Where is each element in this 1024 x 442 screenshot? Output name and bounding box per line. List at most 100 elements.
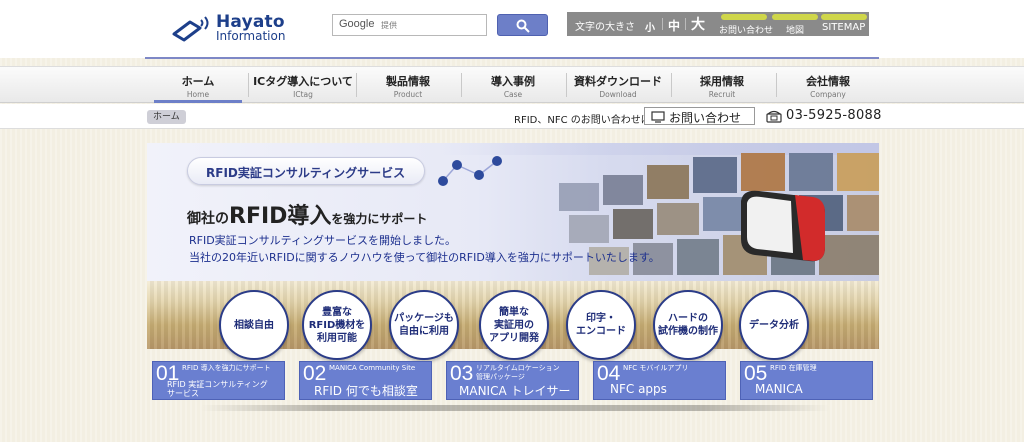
service-circle-app-dev: 簡単な 実証用の アプリ開発 — [479, 290, 549, 360]
hero-headline: 御社のRFID導入を強力にサポート — [187, 198, 427, 230]
service-circle-label: パッケージも 自由に利用 — [394, 313, 454, 337]
nav-item-label: ホーム — [181, 75, 215, 88]
service-circle-package: パッケージも 自由に利用 — [389, 290, 459, 360]
phone-icon — [766, 110, 782, 123]
service-circle-equipment: 豊富な RFID機材を 利用可能 — [302, 290, 372, 360]
feature-tile-subtitle: NFC モバイルアプリ — [623, 364, 689, 372]
hero-headline-part: 御社の — [187, 211, 229, 227]
util-link-map-label: 地図 — [786, 26, 805, 36]
nav-item-sublabel: Home — [186, 90, 210, 99]
header-divider — [145, 57, 879, 59]
hero-description-line: 当社の20年近いRFIDに関するノウハウを使って御社のRFID導入を強力にサポー… — [189, 251, 660, 264]
font-size-divider — [662, 18, 663, 30]
contact-lead-text: RFID、NFC のお問い合わせは — [514, 115, 651, 126]
nav-item-sublabel: Download — [599, 90, 637, 99]
service-circle-label: 豊富な RFID機材を 利用可能 — [308, 306, 366, 344]
feature-tile-tracer[interactable]: 03 リアルタイムロケーション 管理パッケージ MANICA トレイサー — [446, 361, 579, 400]
nav-item-home[interactable]: ホーム Home — [154, 67, 242, 103]
nav-divider — [356, 73, 357, 97]
nav-item-product[interactable]: 製品情報 Product — [360, 67, 456, 103]
service-circle-consult: 相談自由 — [219, 290, 289, 360]
nav-item-sublabel: Product — [393, 90, 423, 99]
nav-item-label: 採用情報 — [700, 75, 744, 88]
util-link-sitemap[interactable]: SITEMAP — [821, 14, 867, 34]
util-link-indicator — [721, 14, 767, 20]
feature-tiles: 01 RFID 導入を強力にサポート RFID 実証コンサルティング サービス … — [152, 361, 879, 401]
service-circle-analysis: データ分析 — [739, 290, 809, 360]
nav-item-label: 導入事例 — [491, 75, 535, 88]
monitor-icon — [651, 111, 665, 123]
nav-item-label: 会社情報 — [806, 75, 850, 88]
feature-tile-community[interactable]: 02 MANICA Community Site RFID 何でも相談室 — [299, 361, 432, 400]
nav-item-download[interactable]: 資料ダウンロード Download — [568, 67, 668, 103]
util-link-contact-label: お問い合わせ — [719, 26, 774, 36]
nav-item-ictag[interactable]: ICタグ導入について ICtag — [252, 67, 354, 103]
feature-tile-title: NFC apps — [610, 382, 667, 396]
font-size-large-button[interactable]: 大 — [691, 14, 705, 34]
contact-button[interactable]: お問い合わせ — [644, 107, 755, 125]
feature-tile-consulting[interactable]: 01 RFID 導入を強力にサポート RFID 実証コンサルティング サービス — [152, 361, 285, 400]
nav-divider — [671, 73, 672, 97]
nav-item-label: 製品情報 — [386, 75, 430, 88]
service-circle-label: データ分析 — [749, 319, 799, 331]
feature-tile-title: RFID 何でも相談室 — [314, 384, 418, 398]
feature-tile-manica[interactable]: 05 RFID 在庫管理 MANICA — [740, 361, 873, 400]
hero-headline-part: を強力にサポート — [331, 212, 428, 226]
hero-service-pill-label: RFID実証コンサルティングサービス — [206, 166, 406, 180]
header: Hayato Information Google 提供 文字の大きさ 小 中 … — [0, 0, 1024, 58]
nav-item-sublabel: Company — [810, 90, 846, 99]
service-circle-label: 簡単な 実証用の アプリ開発 — [489, 306, 539, 344]
nav-item-sublabel: ICtag — [293, 90, 313, 99]
util-link-map[interactable]: 地図 — [772, 14, 818, 36]
service-circle-encode: 印字・ エンコード — [566, 290, 636, 360]
nav-item-sublabel: Case — [503, 90, 523, 99]
nav-item-company[interactable]: 会社情報 Company — [780, 67, 876, 103]
search-input[interactable]: Google 提供 — [332, 14, 487, 36]
service-circle-label: ハードの 試作機の制作 — [658, 313, 718, 337]
font-size-small-button[interactable]: 小 — [645, 19, 655, 34]
feature-tile-title: MANICA — [755, 382, 803, 396]
util-link-sitemap-label: SITEMAP — [822, 22, 866, 33]
feature-tile-nfc[interactable]: 04 NFC モバイルアプリ NFC apps — [593, 361, 726, 400]
hero-connector-dots-icon — [438, 156, 502, 186]
font-size-medium-button[interactable]: 中 — [668, 17, 680, 34]
service-circle-label: 相談自由 — [234, 319, 274, 331]
util-link-indicator — [772, 14, 818, 20]
font-size-divider — [685, 18, 686, 30]
feature-tile-title: RFID 実証コンサルティング サービス — [167, 380, 268, 398]
nav-divider — [248, 73, 249, 97]
logo[interactable]: Hayato Information — [170, 12, 290, 44]
search-powered-label: 提供 — [381, 21, 397, 30]
feature-tile-subtitle: RFID 導入を強力にサポート — [182, 364, 271, 372]
search-icon — [516, 19, 530, 33]
feature-tile-subtitle: RFID 在庫管理 — [770, 364, 817, 372]
nav-item-label: 資料ダウンロード — [574, 75, 662, 88]
nav-divider — [566, 73, 567, 97]
phone-number-text: 03-5925-8088 — [786, 108, 882, 123]
service-circle-label: 印字・ エンコード — [576, 313, 626, 337]
nav-item-label: ICタグ導入について — [253, 75, 353, 88]
nav-divider — [461, 73, 462, 97]
hero-service-pill: RFID実証コンサルティングサービス — [187, 157, 425, 185]
feature-tile-title: MANICA トレイサー — [459, 384, 571, 398]
contact-button-label: お問い合わせ — [669, 111, 742, 125]
feature-shadow — [200, 405, 830, 411]
logo-text-information: Information — [216, 29, 286, 43]
service-circle-prototype: ハードの 試作機の制作 — [653, 290, 723, 360]
utility-bar: 文字の大きさ 小 中 大 お問い合わせ 地図 SITEMAP — [567, 12, 869, 36]
main-nav: ホーム Home ICタグ導入について ICtag 製品情報 Product 導… — [0, 66, 1024, 103]
breadcrumb-home[interactable]: ホーム — [147, 110, 186, 124]
nav-divider — [776, 73, 777, 97]
util-link-contact[interactable]: お問い合わせ — [719, 14, 773, 36]
logo-mark-icon — [172, 16, 209, 42]
nav-item-recruit[interactable]: 採用情報 Recruit — [674, 67, 770, 103]
feature-tile-subtitle: MANICA Community Site — [329, 364, 416, 372]
nav-item-case[interactable]: 導入事例 Case — [465, 67, 561, 103]
font-size-label: 文字の大きさ — [575, 22, 635, 33]
rfid-reader-device-icon — [741, 190, 825, 262]
search-button[interactable] — [497, 14, 548, 36]
feature-tile-subtitle: リアルタイムロケーション 管理パッケージ — [476, 364, 560, 381]
search-google-brand: Google — [339, 18, 375, 30]
hero-description-line: RFID実証コンサルティングサービスを開始しました。 — [189, 234, 457, 247]
nav-item-sublabel: Recruit — [708, 90, 736, 99]
